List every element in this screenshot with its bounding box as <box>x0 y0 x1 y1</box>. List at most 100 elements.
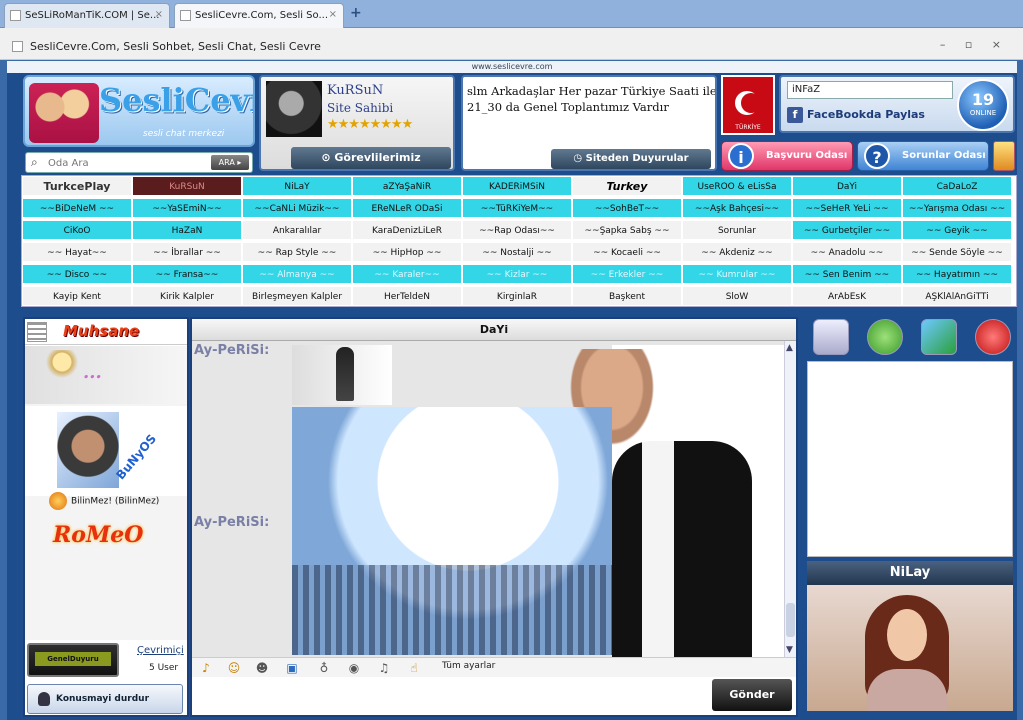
scroll-down-icon[interactable]: ▼ <box>786 645 793 655</box>
room-link[interactable]: ~~ Erkekler ~~ <box>572 264 682 284</box>
room-link[interactable]: ~~ Sende Söyle ~~ <box>902 242 1012 262</box>
room-link[interactable]: ~~Şapka Sabş ~~ <box>572 220 682 240</box>
settings-icon[interactable] <box>993 141 1015 171</box>
room-link[interactable]: ~~ Disco ~~ <box>22 264 132 284</box>
room-link[interactable]: CaDaLoZ <box>902 176 1012 196</box>
room-link[interactable]: ~~YaSEmiN~~ <box>132 198 242 218</box>
room-link[interactable]: HaZaN <box>132 220 242 240</box>
room-link[interactable]: NiLaY <box>242 176 352 196</box>
room-link[interactable]: ~~ Akdeniz ~~ <box>682 242 792 262</box>
room-link[interactable]: ~~Rap Odası~~ <box>462 220 572 240</box>
username-field[interactable]: iNFaZ <box>787 81 953 99</box>
room-link[interactable]: TurkcePlay <box>22 176 132 196</box>
new-tab-button[interactable]: + <box>350 5 362 21</box>
room-link[interactable]: ~~BiDeNeM ~~ <box>22 198 132 218</box>
room-link[interactable]: ~~ Hayatımın ~~ <box>902 264 1012 284</box>
room-link[interactable]: AŞKlAlAnGiTTi <box>902 286 1012 306</box>
room-link[interactable]: ~~Yarışma Odası ~~ <box>902 198 1012 218</box>
room-link[interactable]: KADERiMSiN <box>462 176 572 196</box>
room-link[interactable]: ~~SeHeR YeLi ~~ <box>792 198 902 218</box>
bell-icon[interactable]: ♪ <box>198 660 214 676</box>
list-item[interactable]: BilinMez! (BilinMez) <box>49 492 159 510</box>
room-link[interactable]: ~~ Rap Style ~~ <box>242 242 352 262</box>
room-link[interactable]: EReNLeR ODaSi <box>352 198 462 218</box>
room-link[interactable]: ~~ İbrallar ~~ <box>132 242 242 262</box>
room-link[interactable]: ~~ Almanya ~~ <box>242 264 352 284</box>
face-icon[interactable]: ☻ <box>254 660 270 676</box>
chat-nick[interactable]: Ay-PeRiSi: <box>194 515 269 530</box>
room-link[interactable]: HerTeldeN <box>352 286 462 306</box>
facebook-share-link[interactable]: f FaceBookda Paylas <box>787 107 925 123</box>
issues-room-button[interactable]: ? Sorunlar Odası <box>857 141 989 171</box>
hand-icon[interactable]: ☝ <box>406 660 422 676</box>
chat-nick[interactable]: Ay-PeRiSi: <box>194 343 269 358</box>
send-button[interactable]: Gönder <box>712 679 792 711</box>
profile-icon[interactable] <box>813 319 849 355</box>
search-button[interactable]: ARA ▸ <box>211 155 249 170</box>
room-link[interactable]: Turkey <box>572 176 682 196</box>
room-link[interactable]: Sorunlar <box>682 220 792 240</box>
room-link[interactable]: Kayip Kent <box>22 286 132 306</box>
room-link[interactable]: SloW <box>682 286 792 306</box>
chat-scrollbar[interactable]: ▲ ▼ <box>784 341 796 657</box>
room-link[interactable]: ArAbEsK <box>792 286 902 306</box>
shared-image[interactable] <box>292 345 392 405</box>
banner-ad[interactable]: GenelDuyuru <box>27 643 119 677</box>
eye-icon[interactable]: ◉ <box>346 660 362 676</box>
stop-talking-button[interactable]: Konusmayi durdur <box>27 684 183 714</box>
window-controls[interactable]: – ▫ × <box>940 38 1009 51</box>
camera-user-photo[interactable] <box>807 585 1013 711</box>
application-room-button[interactable]: i Başvuru Odası <box>721 141 853 171</box>
browser-tab-active[interactable]: SesliCevre.Com, Sesli So... × <box>174 3 344 28</box>
room-link[interactable]: ~~TüRKiYeM~~ <box>462 198 572 218</box>
room-link[interactable]: ~~ Fransa~~ <box>132 264 242 284</box>
all-settings-link[interactable]: Tüm ayarlar <box>442 661 495 671</box>
smiley-icon[interactable]: ☺ <box>226 660 242 676</box>
room-link[interactable]: ~~Aşk Bahçesi~~ <box>682 198 792 218</box>
room-link[interactable]: ~~ Kumrular ~~ <box>682 264 792 284</box>
room-link[interactable]: KuRSuN <box>132 176 242 196</box>
shared-image[interactable] <box>292 407 612 655</box>
close-icon[interactable] <box>975 319 1011 355</box>
room-link[interactable]: ~~ Kocaeli ~~ <box>572 242 682 262</box>
online-link[interactable]: Çevrimiçi <box>137 645 184 656</box>
room-search-input[interactable] <box>48 156 208 170</box>
room-link[interactable]: KirginlaR <box>462 286 572 306</box>
room-link[interactable]: aZYaŞaNiR <box>352 176 462 196</box>
browser-tab[interactable]: SeSLiRoManTiK.COM | Se... × <box>4 3 170 28</box>
room-link[interactable]: UseROO & eLisSa <box>682 176 792 196</box>
room-link[interactable]: ~~SohBeT~~ <box>572 198 682 218</box>
room-link[interactable]: Birleşmeyen Kalpler <box>242 286 352 306</box>
announcements-button[interactable]: ◷ Siteden Duyurular <box>551 149 711 169</box>
room-link[interactable]: ~~CaNLi Müzik~~ <box>242 198 352 218</box>
chat-bubble-icon[interactable] <box>867 319 903 355</box>
room-link[interactable]: ~~ Geyik ~~ <box>902 220 1012 240</box>
staff-button[interactable]: ⊙ Görevlilerimiz <box>291 147 451 169</box>
scroll-thumb[interactable] <box>786 603 795 637</box>
swap-icon[interactable] <box>921 319 957 355</box>
room-link[interactable]: DaYi <box>792 176 902 196</box>
room-link[interactable]: ~~ Sen Benim ~~ <box>792 264 902 284</box>
room-link[interactable]: Kirik Kalpler <box>132 286 242 306</box>
image-icon[interactable]: ▣ <box>284 660 300 676</box>
list-item[interactable]: BuNyOS <box>25 406 187 496</box>
list-item[interactable]: ... <box>25 346 187 404</box>
speaker-icon[interactable]: ♫ <box>376 660 392 676</box>
tab-close-icon[interactable]: × <box>155 9 163 20</box>
room-link[interactable]: ~~ Karaler~~ <box>352 264 462 284</box>
room-link[interactable]: ~~ Kizlar ~~ <box>462 264 572 284</box>
room-link[interactable]: ~~ Gurbetçiler ~~ <box>792 220 902 240</box>
scroll-up-icon[interactable]: ▲ <box>786 343 793 353</box>
menu-icon[interactable] <box>27 322 47 342</box>
room-link[interactable]: KaraDenizLiLeR <box>352 220 462 240</box>
site-logo[interactable]: SesliCevre sesli chat merkezi <box>23 75 255 147</box>
room-link[interactable]: ~~ Nostalji ~~ <box>462 242 572 262</box>
room-link[interactable]: Başkent <box>572 286 682 306</box>
mic-icon[interactable]: ♁ <box>316 660 332 676</box>
tab-close-icon[interactable]: × <box>329 9 337 20</box>
room-link[interactable]: Ankaralılar <box>242 220 352 240</box>
room-link[interactable]: CiKoO <box>22 220 132 240</box>
message-input[interactable] <box>196 679 704 711</box>
room-link[interactable]: ~~ HipHop ~~ <box>352 242 462 262</box>
list-item[interactable]: RoMeO <box>53 522 143 548</box>
